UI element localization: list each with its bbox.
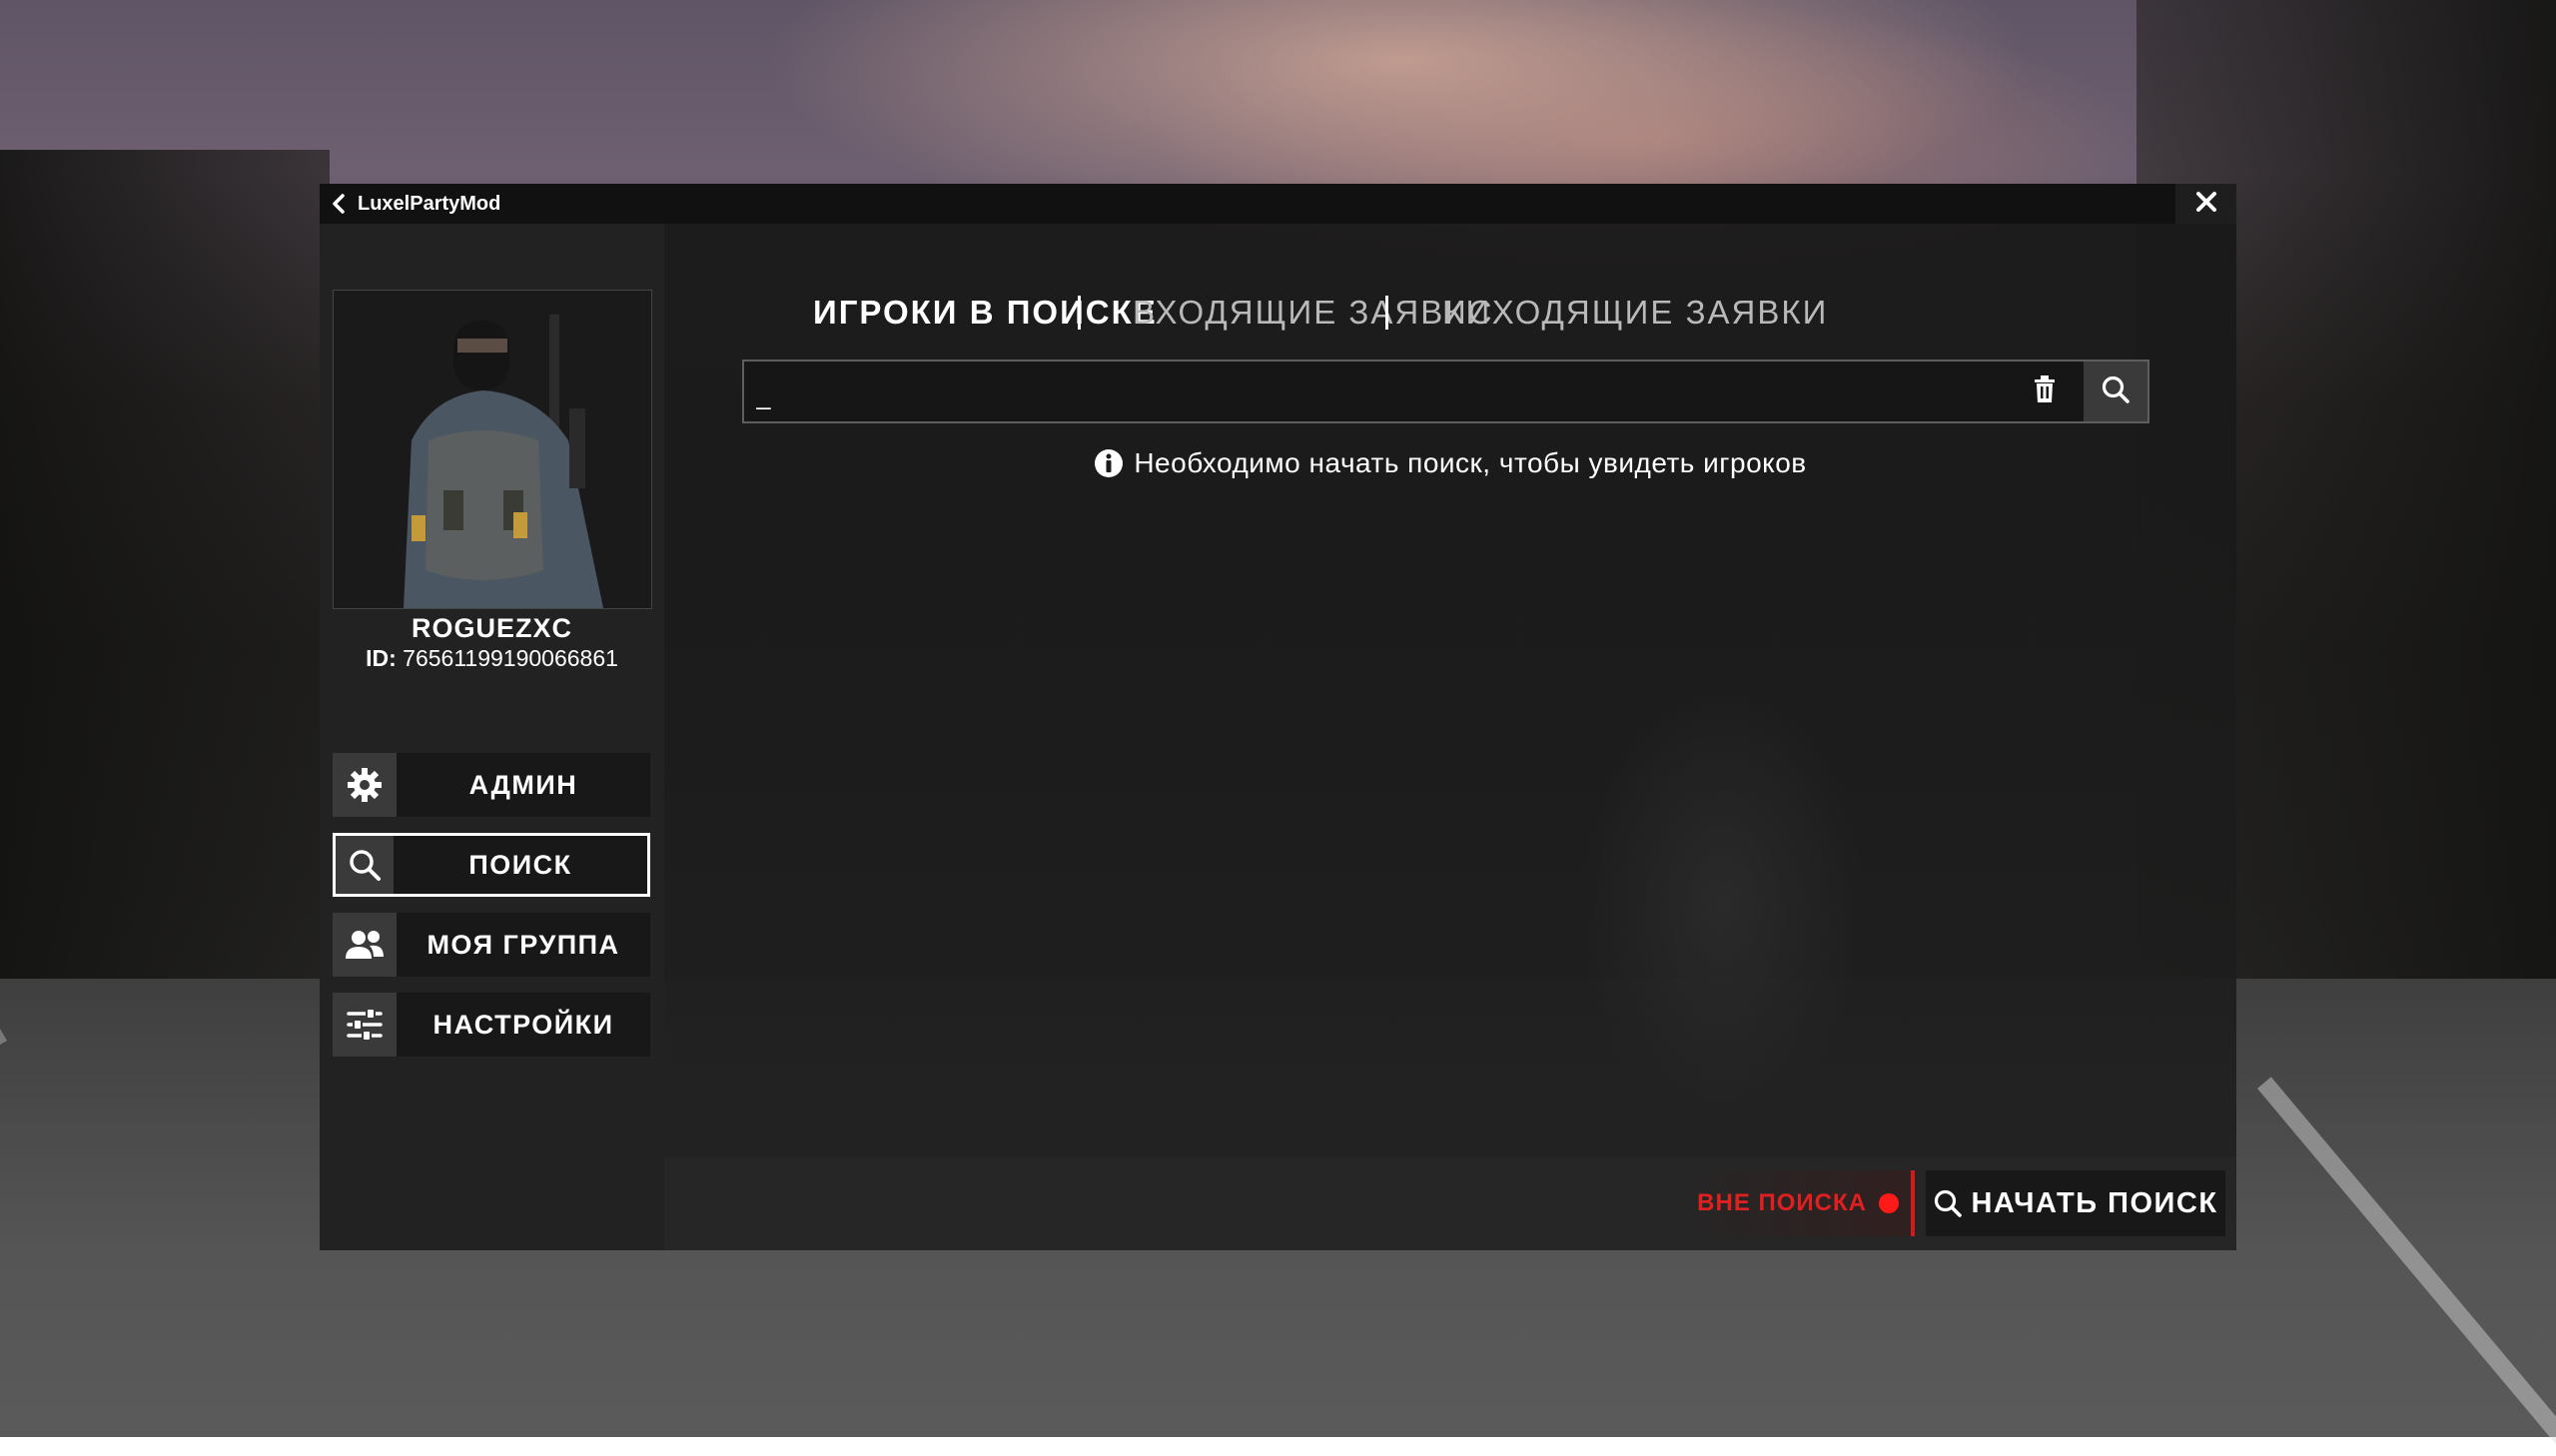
search-icon	[336, 836, 394, 894]
search-bar	[742, 360, 2149, 423]
start-search-button[interactable]: НАЧАТЬ ПОИСК	[1926, 1170, 2225, 1236]
nav-search-button[interactable]: ПОИСК	[333, 833, 650, 897]
search-icon	[2101, 374, 2130, 409]
profile-username: ROGUEZXC	[411, 613, 572, 643]
sidebar: ROGUEZXC ID: 76561199190066861 АДМИН ПОИ…	[320, 224, 664, 1250]
party-mod-window: LuxelPartyMod ROGUEZXC ID: 7656119919006…	[320, 184, 2236, 1250]
avatar	[333, 290, 652, 609]
background-trees-left	[0, 150, 330, 999]
close-button[interactable]	[2175, 184, 2236, 224]
profile-id: ID: 76561199190066861	[320, 645, 664, 672]
tab-outgoing-requests[interactable]: ИСХОДЯЩИЕ ЗАЯВКИ	[1442, 294, 1828, 332]
users-icon	[333, 913, 397, 977]
gear-icon	[333, 753, 397, 817]
search-status-text: ВНЕ ПОИСКА	[1697, 1189, 1867, 1216]
trash-icon	[2034, 374, 2056, 408]
sliders-icon	[333, 993, 397, 1057]
tab-incoming-requests[interactable]: ВХОДЯЩИЕ ЗАЯВКИ	[1133, 294, 1491, 332]
nav-settings-label: НАСТРОЙКИ	[432, 1009, 614, 1040]
status-dot-icon	[1879, 1193, 1899, 1213]
info-icon	[1094, 448, 1124, 478]
tab-separator	[1078, 296, 1081, 330]
profile-id-label: ID:	[366, 645, 397, 671]
search-status: ВНЕ ПОИСКА	[1677, 1170, 1915, 1236]
nav-search-label: ПОИСК	[468, 849, 572, 880]
search-input[interactable]	[754, 362, 2013, 421]
nav-admin-button[interactable]: АДМИН	[333, 753, 650, 817]
info-message-text: Необходимо начать поиск, чтобы увидеть и…	[1134, 447, 1807, 478]
chevron-left-icon[interactable]	[332, 194, 352, 214]
nav-settings-button[interactable]: НАСТРОЙКИ	[333, 993, 650, 1057]
main-panel: ИГРОКИ В ПОИСКЕ ВХОДЯЩИЕ ЗАЯВКИ ИСХОДЯЩИ…	[664, 224, 2236, 1157]
info-message: Необходимо начать поиск, чтобы увидеть и…	[664, 447, 2236, 479]
background-soldier	[1513, 513, 1933, 1157]
profile-id-value: 76561199190066861	[403, 645, 618, 671]
search-icon	[1933, 1188, 1963, 1218]
start-search-label: НАЧАТЬ ПОИСК	[1971, 1186, 2218, 1219]
search-submit-button[interactable]	[2084, 362, 2147, 421]
window-title: LuxelPartyMod	[358, 192, 501, 215]
tab-bar: ИГРОКИ В ПОИСКЕ ВХОДЯЩИЕ ЗАЯВКИ ИСХОДЯЩИ…	[664, 294, 2236, 344]
footer-bar: ВНЕ ПОИСКА НАЧАТЬ ПОИСК	[664, 1157, 2236, 1250]
title-bar: LuxelPartyMod	[320, 184, 2175, 224]
nav-admin-label: АДМИН	[468, 769, 578, 800]
tab-players-searching[interactable]: ИГРОКИ В ПОИСКЕ	[813, 294, 1158, 332]
nav-my-group-label: МОЯ ГРУППА	[426, 929, 620, 960]
clear-search-button[interactable]	[2013, 362, 2077, 421]
close-icon	[2195, 191, 2217, 218]
tab-separator	[1385, 296, 1388, 330]
nav-my-group-button[interactable]: МОЯ ГРУППА	[333, 913, 650, 977]
